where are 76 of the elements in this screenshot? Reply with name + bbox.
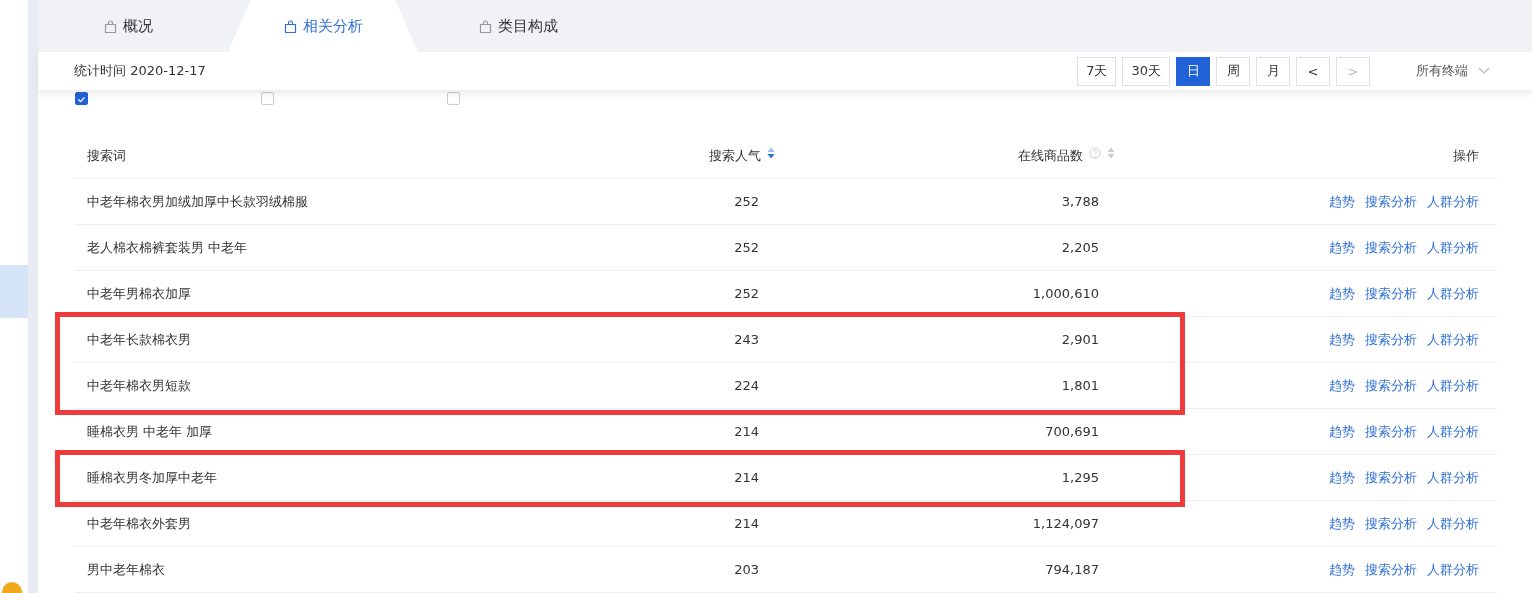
sidebar-selection[interactable] (0, 265, 28, 318)
action-link[interactable]: 人群分析 (1427, 284, 1479, 303)
table-cell-text: 睡棉衣男冬加厚中老年 (86, 468, 218, 487)
range-button[interactable]: 周 (1216, 56, 1250, 86)
previous-button[interactable]: < (1296, 56, 1330, 86)
table-cell-text: 1,801 (1060, 378, 1100, 393)
tab[interactable]: 相关分析 (228, 0, 418, 52)
action-link[interactable]: 搜索分析 (1365, 192, 1417, 211)
shopping-bag-icon (478, 19, 492, 33)
tab[interactable]: 类目构成 (428, 0, 608, 52)
table-cell-text: 中老年棉衣男加绒加厚中长款羽绒棉服 (86, 192, 309, 211)
action-link[interactable]: 搜索分析 (1365, 330, 1417, 349)
action-link[interactable]: 搜索分析 (1365, 284, 1417, 303)
action-link[interactable]: 趋势 (1329, 192, 1355, 211)
action-link[interactable]: 搜索分析 (1365, 376, 1417, 395)
column-header: 搜索词 (87, 146, 126, 165)
action-link[interactable]: 人群分析 (1427, 560, 1479, 579)
table-cell-text: 2,901 (1060, 332, 1100, 347)
table-cell-text: 214 (733, 424, 760, 439)
table-cell-text: 700,691 (1044, 424, 1100, 439)
action-link[interactable]: 搜索分析 (1365, 514, 1417, 533)
action-link[interactable]: 趋势 (1329, 330, 1355, 349)
action-link[interactable]: 搜索分析 (1365, 238, 1417, 257)
action-link[interactable]: 趋势 (1329, 422, 1355, 441)
column-header: 操作 (1453, 146, 1479, 165)
action-link[interactable]: 人群分析 (1427, 330, 1479, 349)
chevron-down-icon (1478, 67, 1490, 75)
action-link[interactable]: 人群分析 (1427, 514, 1479, 533)
action-link[interactable]: 趋势 (1329, 376, 1355, 395)
action-link[interactable]: 人群分析 (1427, 238, 1479, 257)
table-cell-text: 男中老年棉衣 (86, 560, 166, 579)
action-link[interactable]: 人群分析 (1427, 376, 1479, 395)
action-link[interactable]: 趋势 (1329, 514, 1355, 533)
table-cell-text: 252 (733, 194, 760, 209)
table-cell-text: 224 (733, 378, 760, 393)
table-cell-text: 老人棉衣棉裤套装男 中老年 (86, 238, 249, 257)
check-icon (76, 94, 87, 105)
table-cell-text: 252 (733, 286, 760, 301)
table-cell-text: 1,124,097 (1031, 516, 1100, 531)
table-cell-text: 中老年棉衣外套男 (86, 514, 192, 533)
table-cell-text: 1,000,610 (1031, 286, 1100, 301)
table-cell-text: 中老年棉衣男短款 (86, 376, 192, 395)
tab[interactable]: 概况 (38, 0, 218, 52)
table-cell-text: 252 (733, 240, 760, 255)
action-link[interactable]: 趋势 (1329, 284, 1355, 303)
table-cell-text: 2,205 (1060, 240, 1100, 255)
table-cell-text: 794,187 (1044, 562, 1100, 577)
table-cell-text: 3,788 (1060, 194, 1100, 209)
table-cell-text: 中老年长款棉衣男 (86, 330, 192, 349)
range-button[interactable]: 30天 (1122, 56, 1170, 86)
table-cell-text: 睡棉衣男 中老年 加厚 (86, 422, 214, 441)
shopping-bag-icon (103, 19, 117, 33)
action-link[interactable]: 搜索分析 (1365, 468, 1417, 487)
table-cell-text: 中老年男棉衣加厚 (86, 284, 192, 303)
action-link[interactable]: 人群分析 (1427, 192, 1479, 211)
checkbox[interactable] (75, 92, 88, 105)
action-link[interactable]: 趋势 (1329, 560, 1355, 579)
action-link[interactable]: 人群分析 (1427, 468, 1479, 487)
column-header: 搜索人气 (709, 146, 761, 165)
action-link[interactable]: 趋势 (1329, 468, 1355, 487)
shopping-bag-icon (283, 19, 297, 33)
table-cell-text: 243 (733, 332, 760, 347)
range-button[interactable]: 7天 (1077, 56, 1117, 86)
action-link[interactable]: 搜索分析 (1365, 560, 1417, 579)
action-link[interactable]: 趋势 (1329, 238, 1355, 257)
table-cell-text: 214 (733, 516, 760, 531)
range-button[interactable]: 月 (1256, 56, 1290, 86)
range-button[interactable]: 日 (1176, 56, 1210, 86)
terminal-dropdown[interactable]: 所有终端 (1410, 61, 1496, 81)
action-link[interactable]: 搜索分析 (1365, 422, 1417, 441)
table-cell-text: 1,295 (1060, 470, 1100, 485)
table-cell-text: 214 (733, 470, 760, 485)
stat-time-text: 统计时间 2020-12-17 (74, 62, 207, 80)
table-cell-text: 203 (733, 562, 760, 577)
column-header: 在线商品数 (1018, 146, 1083, 165)
action-link[interactable]: 人群分析 (1427, 422, 1479, 441)
